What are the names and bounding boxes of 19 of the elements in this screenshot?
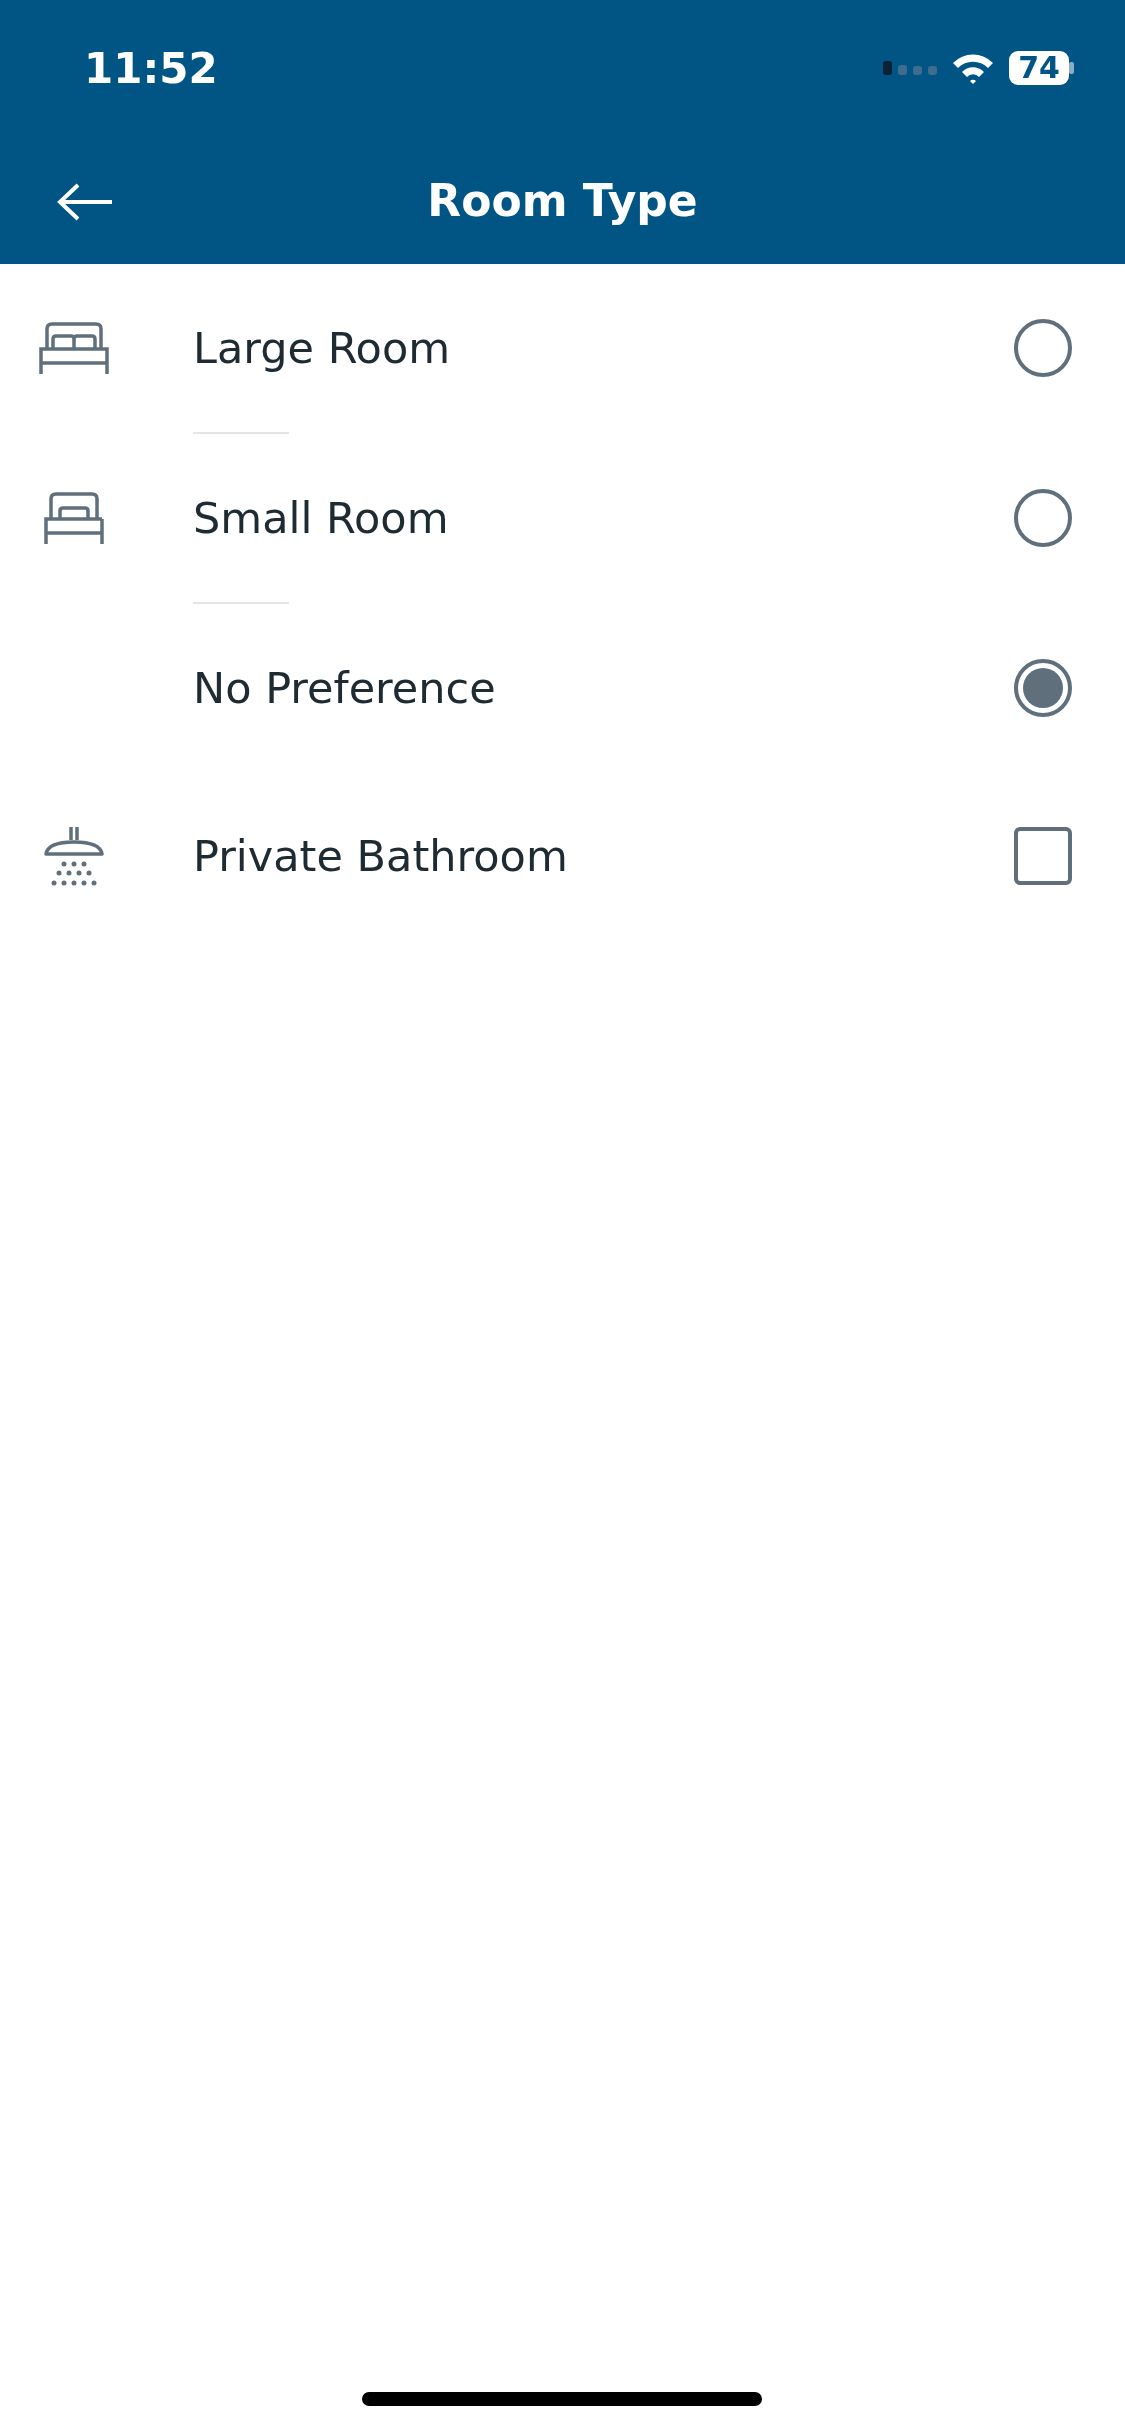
- bed-icon: [44, 491, 104, 545]
- checkbox[interactable]: [1014, 827, 1072, 885]
- radio-button[interactable]: [1014, 319, 1072, 377]
- signal-icon: [883, 61, 937, 75]
- option-row[interactable]: Small Room: [0, 434, 1125, 602]
- option-row[interactable]: No Preference: [0, 604, 1125, 772]
- option-label: Large Room: [193, 323, 452, 373]
- back-arrow-icon: [56, 182, 114, 222]
- status-time: 11:52: [84, 43, 218, 93]
- option-label: Small Room: [193, 493, 450, 543]
- shower-icon: [44, 826, 104, 886]
- option-row[interactable]: Large Room: [0, 264, 1125, 432]
- option-label: No Preference: [193, 663, 497, 713]
- bed-icon: [39, 321, 109, 375]
- option-label: Private Bathroom: [193, 831, 569, 881]
- screen-title: Room Type: [427, 174, 698, 226]
- radio-button[interactable]: [1014, 659, 1072, 717]
- option-row[interactable]: Private Bathroom: [0, 772, 1125, 940]
- radio-button[interactable]: [1014, 489, 1072, 547]
